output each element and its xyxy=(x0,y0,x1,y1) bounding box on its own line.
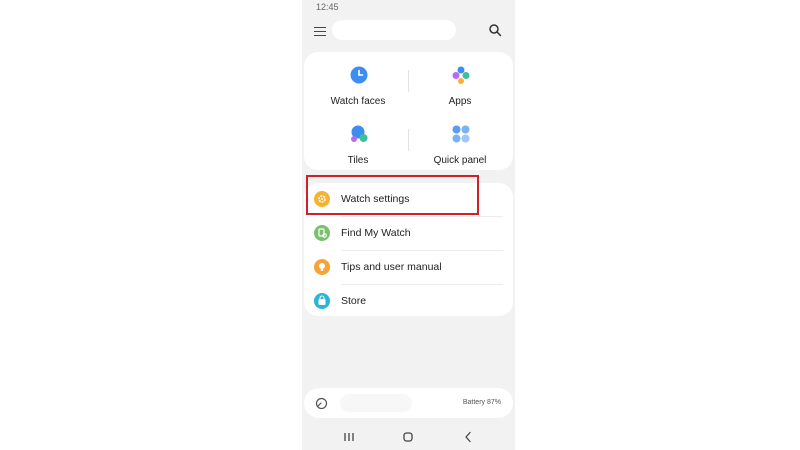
apps-tile[interactable]: Apps xyxy=(410,62,510,112)
system-navigation-bar xyxy=(302,424,515,450)
features-grid-card: Watch faces Apps Tiles Quick panel xyxy=(304,52,513,170)
menu-item-tips[interactable]: Tips and user manual xyxy=(304,251,513,285)
watch-faces-label: Watch faces xyxy=(330,96,386,107)
grid-divider xyxy=(408,129,409,151)
quick-panel-label: Quick panel xyxy=(433,155,487,166)
status-time: 12:45 xyxy=(316,2,339,12)
device-name-pill xyxy=(332,20,456,40)
bulb-icon xyxy=(314,259,330,275)
menu-item-label: Tips and user manual xyxy=(341,261,442,273)
menu-item-find-my-watch[interactable]: Find My Watch xyxy=(304,217,513,251)
home-icon[interactable] xyxy=(401,430,415,444)
bag-icon xyxy=(314,293,330,309)
watch-connection-icon xyxy=(315,397,328,410)
back-icon[interactable] xyxy=(461,430,475,444)
menu-list-card: Watch settings Find My Watch Tips and us… xyxy=(304,183,513,316)
quick-panel-icon xyxy=(452,125,470,143)
connected-watch-bar[interactable]: Battery 87% xyxy=(304,388,513,418)
search-icon[interactable] xyxy=(488,23,502,37)
menu-item-watch-settings[interactable]: Watch settings xyxy=(304,183,513,217)
tiles-icon xyxy=(351,125,368,142)
watch-name-pill xyxy=(340,394,412,412)
find-watch-icon xyxy=(314,225,330,241)
battery-status: Battery 87% xyxy=(462,399,501,406)
recent-apps-icon[interactable] xyxy=(342,430,356,444)
apps-label: Apps xyxy=(448,96,472,107)
tiles-label: Tiles xyxy=(347,155,369,166)
menu-item-label: Store xyxy=(341,295,367,307)
apps-icon xyxy=(452,66,470,84)
watch-faces-icon xyxy=(350,66,368,84)
menu-item-store[interactable]: Store xyxy=(304,285,513,319)
quick-panel-tile[interactable]: Quick panel xyxy=(410,121,510,171)
menu-item-label: Watch settings xyxy=(341,193,410,205)
phone-screen: 12:45 Watch faces Apps Tiles Quick panel… xyxy=(302,0,515,450)
menu-item-label: Find My Watch xyxy=(341,227,411,239)
grid-divider xyxy=(408,70,409,92)
hamburger-menu-icon[interactable] xyxy=(314,24,326,36)
tiles-tile[interactable]: Tiles xyxy=(308,121,408,171)
gear-icon xyxy=(314,191,330,207)
watch-faces-tile[interactable]: Watch faces xyxy=(308,62,408,112)
